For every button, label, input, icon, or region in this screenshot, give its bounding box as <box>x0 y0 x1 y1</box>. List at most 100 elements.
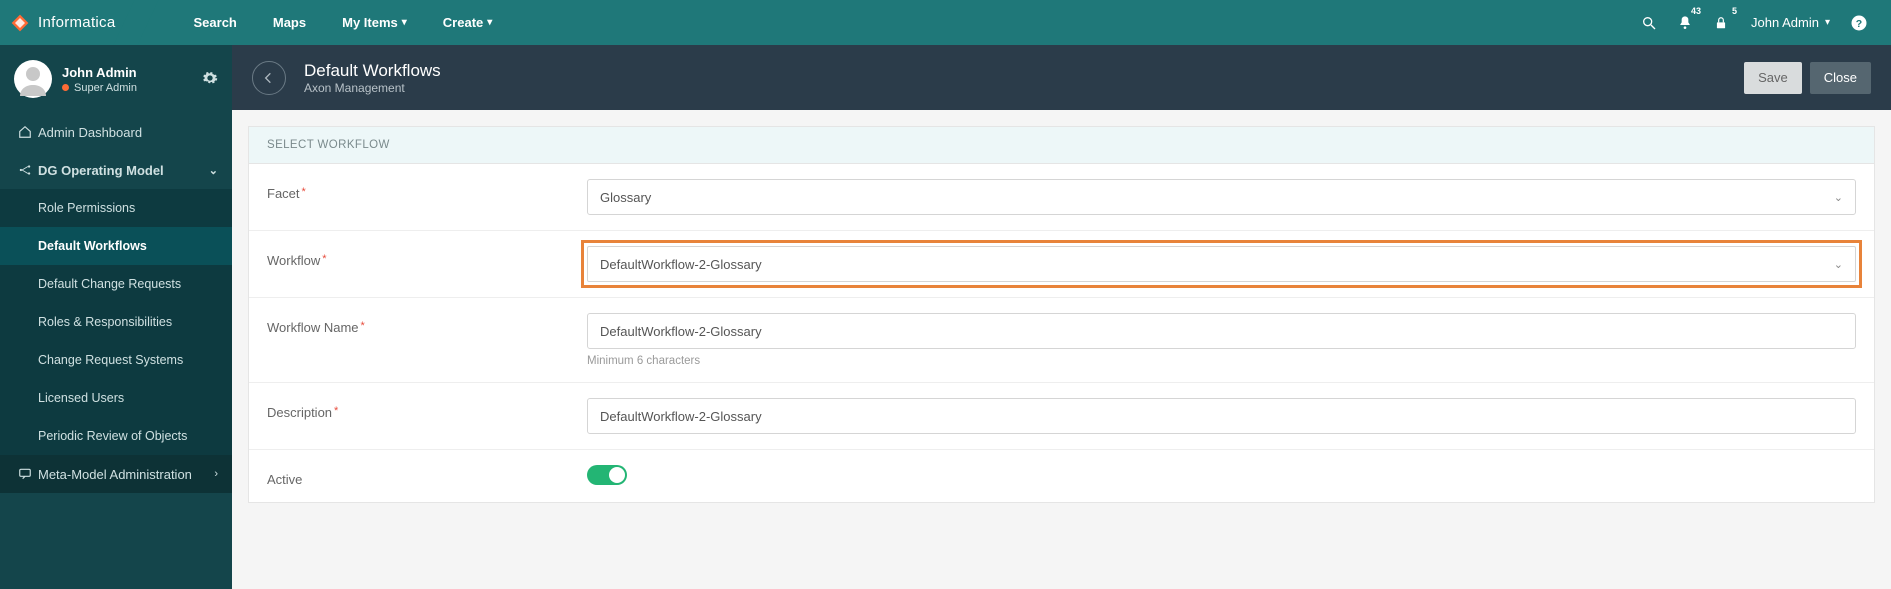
submenu-change-request-systems[interactable]: Change Request Systems <box>0 341 232 379</box>
chevron-down-icon: ⌄ <box>1834 258 1843 271</box>
description-control <box>587 398 1856 434</box>
help-icon: ? <box>1850 14 1868 32</box>
required-icon: * <box>334 405 338 417</box>
nav-maps[interactable]: Maps <box>255 0 324 45</box>
menu-label: DG Operating Model <box>38 163 164 178</box>
brand-name: Informatica <box>38 14 116 31</box>
required-icon: * <box>302 186 306 198</box>
facet-select[interactable]: Glossary ⌄ <box>587 179 1856 215</box>
sidebar: John Admin Super Admin Admin Dashboard D… <box>0 45 232 589</box>
avatar <box>14 60 52 98</box>
page-titles: Default Workflows Axon Management <box>304 61 1744 95</box>
submenu-licensed-users[interactable]: Licensed Users <box>0 379 232 417</box>
row-facet: Facet* Glossary ⌄ <box>249 164 1874 231</box>
label-text: Facet <box>267 186 300 201</box>
back-button[interactable] <box>252 61 286 95</box>
nav-maps-label: Maps <box>273 15 306 30</box>
select-workflow-panel: SELECT WORKFLOW Facet* Glossary ⌄ Workfl… <box>248 126 1875 503</box>
facet-control: Glossary ⌄ <box>587 179 1856 215</box>
alert-count: 5 <box>1732 6 1737 16</box>
lock-icon <box>1714 15 1728 31</box>
facet-value: Glossary <box>600 190 651 205</box>
facet-label: Facet* <box>267 179 587 201</box>
chevron-down-icon: ⌄ <box>209 164 218 177</box>
menu-metamodel-administration[interactable]: Meta-Model Administration › <box>0 455 232 493</box>
sidebar-menu-2: Meta-Model Administration › <box>0 455 232 493</box>
menu-dg-operating-model[interactable]: DG Operating Model ⌄ <box>0 151 232 189</box>
submenu-label: Default Change Requests <box>38 277 181 291</box>
workflow-control-highlighted: DefaultWorkflow-2-Glossary ⌄ <box>587 246 1856 282</box>
workflow-label: Workflow* <box>267 246 587 268</box>
description-label: Description* <box>267 398 587 420</box>
nav-my-items[interactable]: My Items ▾ <box>324 0 425 45</box>
workflow-select[interactable]: DefaultWorkflow-2-Glossary ⌄ <box>587 246 1856 282</box>
informatica-logo-icon <box>10 13 30 33</box>
help-button[interactable]: ? <box>1842 0 1876 45</box>
label-text: Workflow Name <box>267 320 359 335</box>
search-icon-button[interactable] <box>1631 0 1667 45</box>
submenu-role-permissions[interactable]: Role Permissions <box>0 189 232 227</box>
submenu-label: Change Request Systems <box>38 353 183 367</box>
sidebar-user-name: John Admin <box>62 65 202 80</box>
nav-myitems-label: My Items <box>342 15 398 30</box>
sidebar-submenu: Role Permissions Default Workflows Defau… <box>0 189 232 455</box>
panel-title: SELECT WORKFLOW <box>249 127 1874 164</box>
submenu-default-workflows[interactable]: Default Workflows <box>0 227 232 265</box>
avatar-icon <box>14 60 52 98</box>
submenu-roles-responsibilities[interactable]: Roles & Responsibilities <box>0 303 232 341</box>
page-header: Default Workflows Axon Management Save C… <box>232 45 1891 110</box>
topbar-right: 43 5 John Admin ▾ ? <box>1631 0 1891 45</box>
save-button[interactable]: Save <box>1744 62 1802 94</box>
search-icon <box>1641 15 1657 31</box>
main: Default Workflows Axon Management Save C… <box>232 45 1891 589</box>
menu-admin-dashboard[interactable]: Admin Dashboard <box>0 113 232 151</box>
chevron-right-icon: › <box>214 468 218 480</box>
close-button[interactable]: Close <box>1810 62 1871 94</box>
chevron-down-icon: ▾ <box>402 17 407 28</box>
topbar: Informatica Search Maps My Items ▾ Create… <box>0 0 1891 45</box>
active-control <box>587 465 1856 485</box>
nav-search-label: Search <box>194 15 237 30</box>
label-text: Workflow <box>267 253 320 268</box>
submenu-default-change-requests[interactable]: Default Change Requests <box>0 265 232 303</box>
page-title: Default Workflows <box>304 61 1744 81</box>
submenu-label: Licensed Users <box>38 391 124 405</box>
description-input[interactable] <box>587 398 1856 434</box>
nav-search[interactable]: Search <box>176 0 255 45</box>
alerts-button[interactable]: 5 <box>1703 0 1739 45</box>
row-workflow-name: Workflow Name* Minimum 6 characters <box>249 298 1874 383</box>
header-actions: Save Close <box>1744 62 1871 94</box>
content: SELECT WORKFLOW Facet* Glossary ⌄ Workfl… <box>232 110 1891 589</box>
user-menu[interactable]: John Admin ▾ <box>1739 15 1842 30</box>
row-workflow: Workflow* DefaultWorkflow-2-Glossary ⌄ <box>249 231 1874 298</box>
sidebar-user-meta: John Admin Super Admin <box>62 65 202 94</box>
sidebar-user-role: Super Admin <box>62 82 202 94</box>
nav-create-label: Create <box>443 15 483 30</box>
notifications-button[interactable]: 43 <box>1667 0 1703 45</box>
user-display-name: John Admin <box>1751 15 1819 30</box>
chevron-down-icon: ▾ <box>1825 17 1830 28</box>
submenu-label: Default Workflows <box>38 239 147 253</box>
workflow-name-input[interactable] <box>587 313 1856 349</box>
menu-label: Admin Dashboard <box>38 125 142 140</box>
status-dot-icon <box>62 84 69 91</box>
workflow-name-control: Minimum 6 characters <box>587 313 1856 367</box>
active-label: Active <box>267 465 587 487</box>
settings-button[interactable] <box>202 70 218 89</box>
workflow-name-label: Workflow Name* <box>267 313 587 335</box>
chevron-down-icon: ⌄ <box>1834 191 1843 204</box>
brand-logo[interactable]: Informatica <box>0 0 136 45</box>
required-icon: * <box>322 253 326 265</box>
row-active: Active <box>249 450 1874 502</box>
workflow-name-hint: Minimum 6 characters <box>587 355 1856 367</box>
chat-icon <box>14 467 36 481</box>
sidebar-menu: Admin Dashboard DG Operating Model ⌄ <box>0 113 232 189</box>
chevron-down-icon: ▾ <box>487 17 492 28</box>
workflow-value: DefaultWorkflow-2-Glossary <box>600 257 762 272</box>
submenu-label: Role Permissions <box>38 201 135 215</box>
top-nav: Search Maps My Items ▾ Create ▾ <box>176 0 511 45</box>
submenu-periodic-review[interactable]: Periodic Review of Objects <box>0 417 232 455</box>
active-toggle[interactable] <box>587 465 627 485</box>
nav-create[interactable]: Create ▾ <box>425 0 511 45</box>
submenu-label: Periodic Review of Objects <box>38 429 187 443</box>
